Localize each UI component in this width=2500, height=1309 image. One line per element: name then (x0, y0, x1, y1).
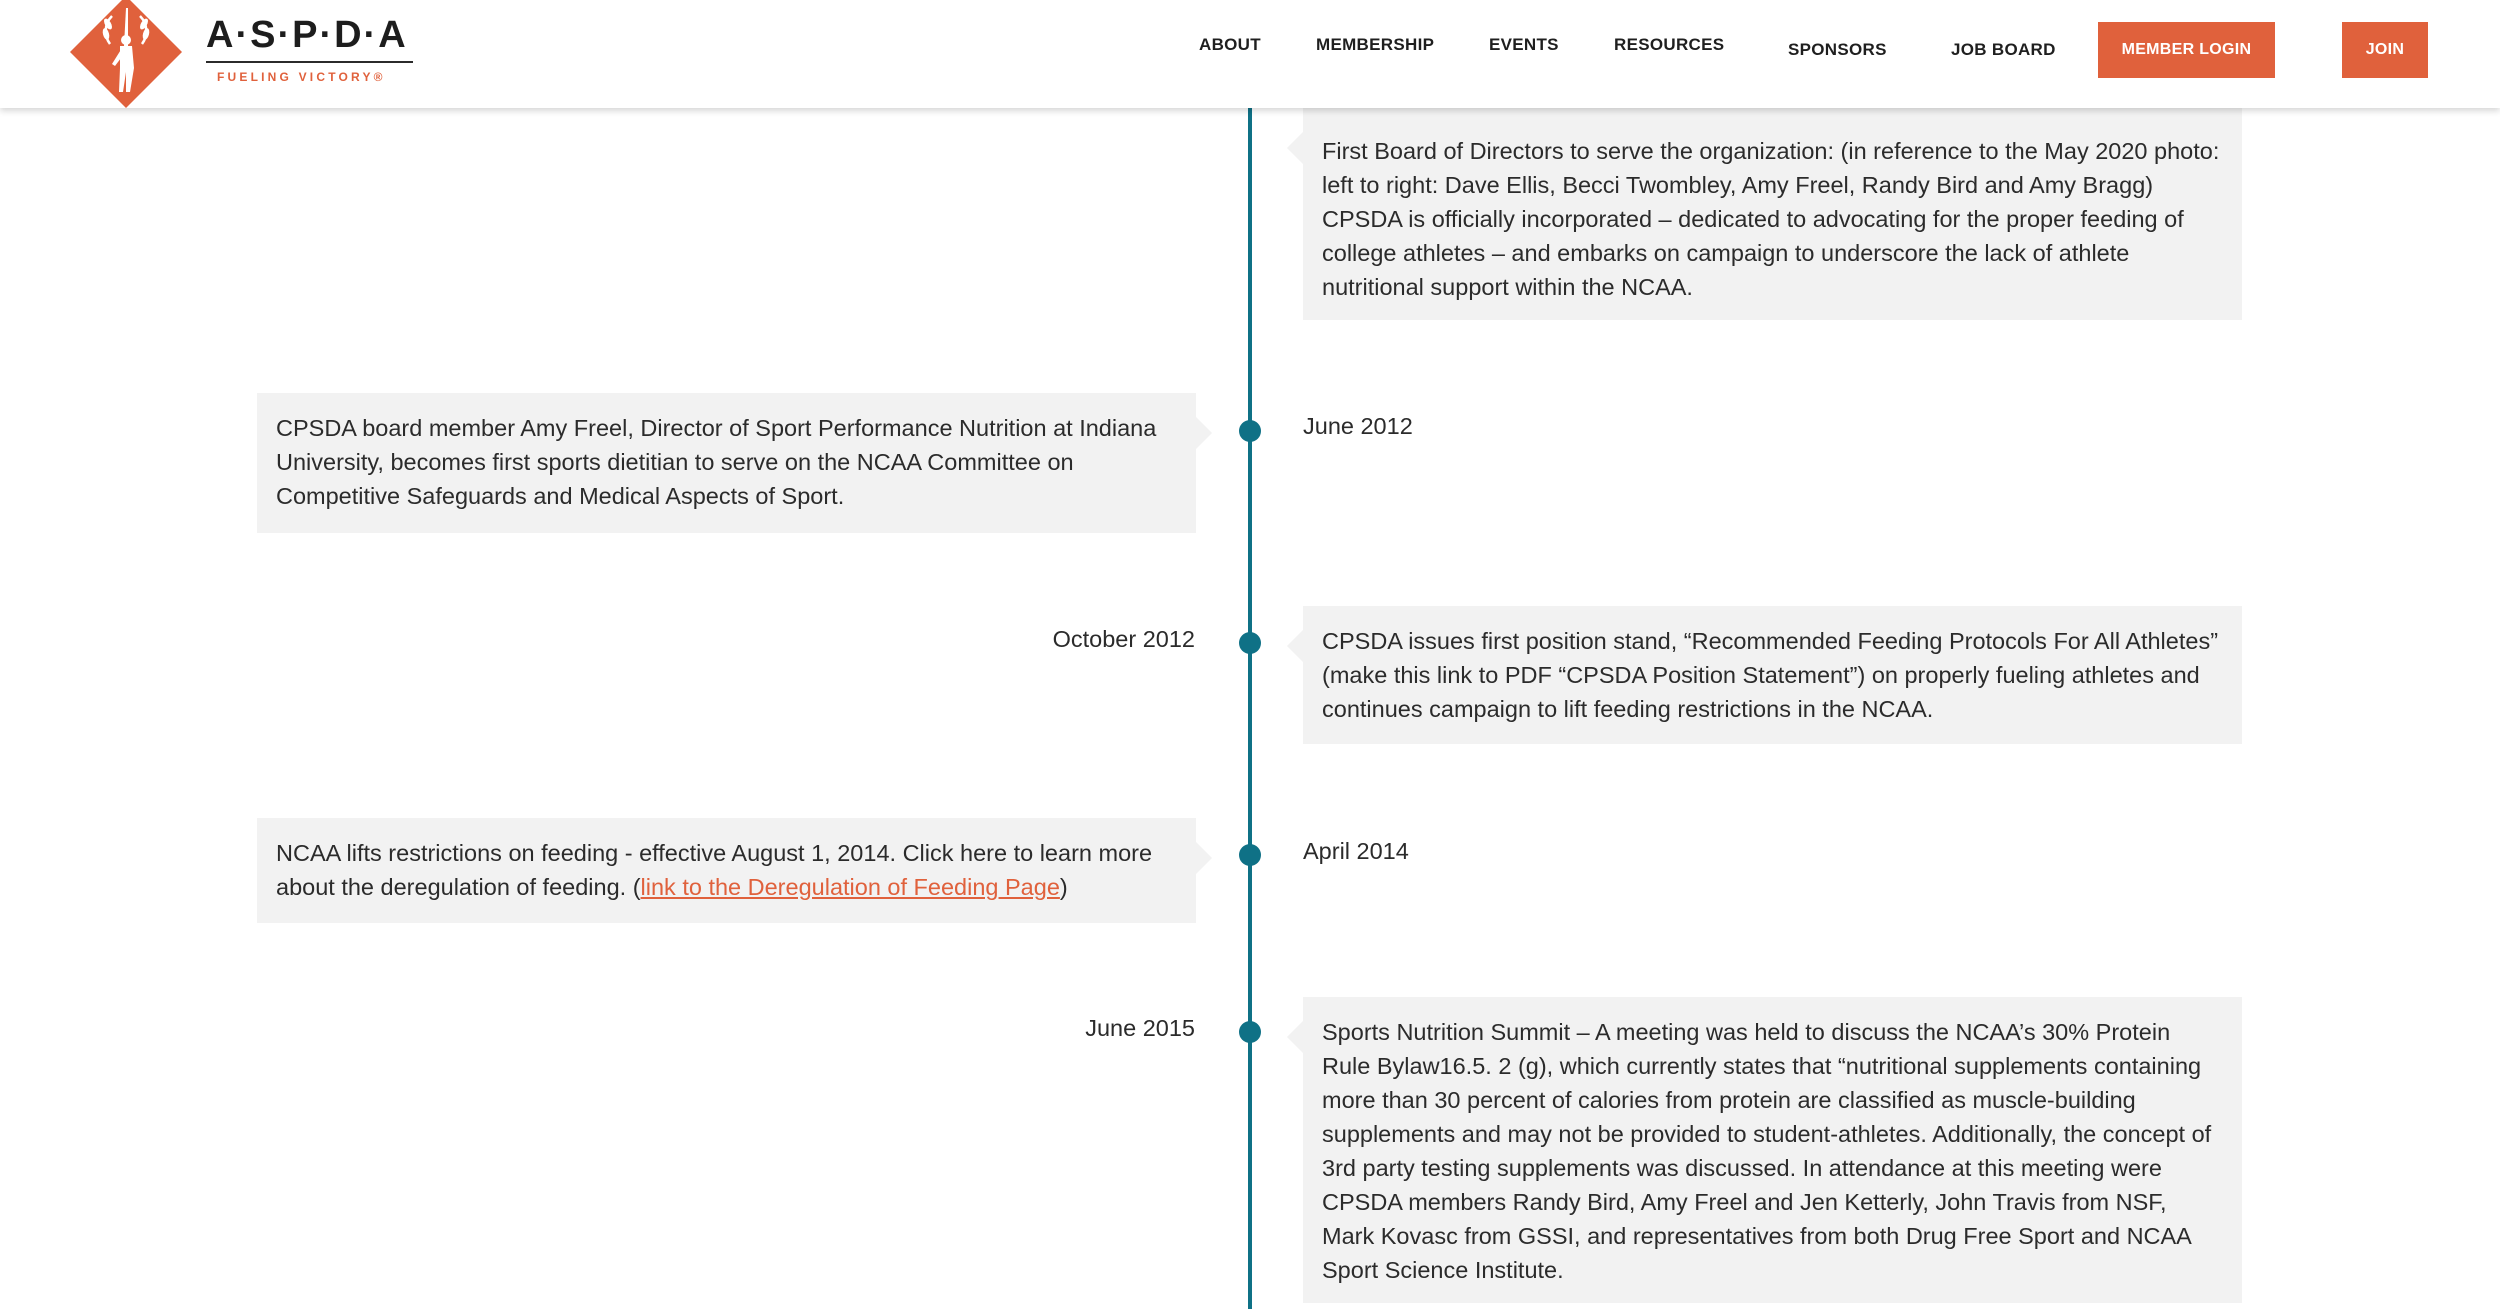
nav-sponsors[interactable]: SPONSORS (1788, 40, 1887, 60)
logo-mark-icon (70, 0, 182, 108)
timeline-entry-text: CPSDA issues first position stand, “Reco… (1322, 628, 2219, 722)
timeline-entry-card: CPSDA issues first position stand, “Reco… (1287, 606, 2242, 744)
logo-tagline: FUELING VICTORY® (217, 70, 386, 84)
site-header: A·S·P·D·A FUELING VICTORY® ABOUT MEMBERS… (0, 0, 2500, 108)
nav-membership[interactable]: MEMBERSHIP (1316, 35, 1434, 55)
timeline-dot (1239, 844, 1261, 866)
timeline-entry-card: CPSDA board member Amy Freel, Director o… (257, 393, 1212, 533)
timeline-entry-card: NCAA lifts restrictions on feeding - eff… (257, 818, 1212, 923)
member-login-button[interactable]: MEMBER LOGIN (2098, 22, 2275, 78)
timeline-dot (1239, 1021, 1261, 1043)
timeline-dot (1239, 420, 1261, 442)
timeline-entry-text: First Board of Directors to serve the or… (1322, 138, 2220, 300)
timeline-date: October 2012 (1052, 626, 1195, 652)
timeline-date: April 2014 (1303, 838, 1409, 864)
timeline-entry-text-end: ) (1059, 874, 1068, 900)
logo-divider (206, 61, 413, 63)
timeline-entry-card: First Board of Directors to serve the or… (1287, 108, 2242, 320)
timeline-line (1248, 100, 1252, 1309)
join-button[interactable]: JOIN (2342, 22, 2428, 78)
nav-events[interactable]: EVENTS (1489, 35, 1559, 55)
timeline-dot (1239, 632, 1261, 654)
timeline-entry-text: CPSDA board member Amy Freel, Director o… (276, 415, 1157, 509)
logo-wordmark: A·S·P·D·A (206, 14, 408, 56)
nav-about[interactable]: ABOUT (1199, 35, 1261, 55)
nav-resources[interactable]: RESOURCES (1614, 35, 1724, 55)
timeline-entry-card: Sports Nutrition Summit – A meeting was … (1287, 997, 2242, 1303)
timeline-entry-text: Sports Nutrition Summit – A meeting was … (1322, 1019, 2212, 1283)
timeline-date: June 2015 (1085, 1015, 1195, 1041)
aspda-logo[interactable]: A·S·P·D·A FUELING VICTORY® (68, 0, 418, 108)
deregulation-feeding-link[interactable]: link to the Deregulation of Feeding Page (641, 874, 1060, 900)
nav-job-board[interactable]: JOB BOARD (1951, 40, 2056, 60)
timeline-date: June 2012 (1303, 413, 1413, 439)
